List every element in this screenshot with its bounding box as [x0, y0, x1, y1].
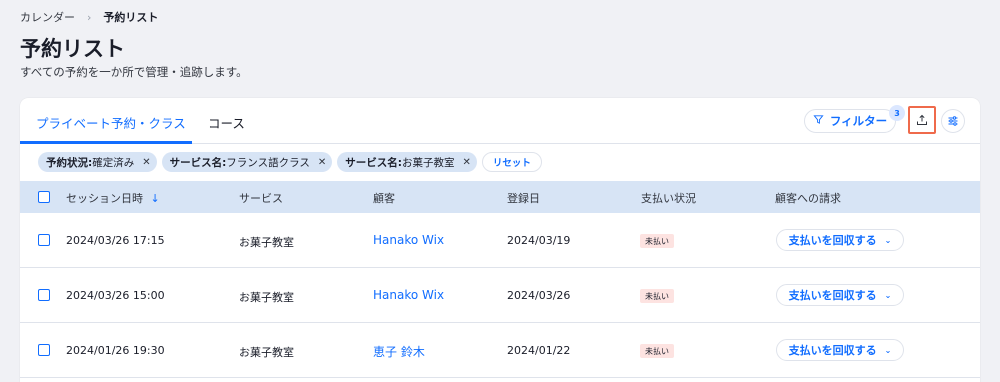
chevron-down-icon: ⌄ — [884, 235, 892, 245]
column-customer-charge: 顧客への請求 — [775, 192, 841, 205]
service-name: お菓子教室 — [239, 236, 294, 249]
close-icon[interactable]: ✕ — [142, 157, 150, 168]
filter-chip-value: フランス語クラス — [226, 156, 310, 169]
funnel-icon — [813, 114, 824, 128]
customer-link[interactable]: 恵子 鈴木 — [373, 343, 425, 360]
column-payment-status: 支払い状況 — [641, 192, 696, 205]
reset-filters-button[interactable]: リセット — [481, 152, 542, 172]
registered-date: 2024/01/22 — [507, 344, 571, 357]
column-registered: 登録日 — [507, 192, 540, 205]
collect-payment-label: 支払いを回収する — [788, 344, 877, 357]
page-subtitle: すべての予約を一か所で管理・追跡します。 — [20, 65, 248, 79]
status-badge: 未払い — [640, 234, 674, 248]
row-checkbox[interactable] — [38, 344, 50, 356]
breadcrumb-current: 予約リスト — [103, 11, 159, 24]
column-service: サービス — [239, 192, 283, 205]
table-header: セッション日時 ↓ サービス 顧客 登録日 支払い状況 顧客への請求 — [20, 181, 980, 213]
filter-button[interactable]: フィルター — [804, 109, 896, 133]
chevron-down-icon: ⌄ — [884, 290, 892, 300]
upload-icon — [916, 111, 928, 130]
active-tab-indicator — [20, 141, 192, 144]
breadcrumb: カレンダー › 予約リスト — [20, 9, 158, 25]
active-filters: 予約状況: 確定済み ✕ サービス名: フランス語クラス ✕ サービス名: お菓… — [38, 151, 542, 173]
service-name: お菓子教室 — [239, 346, 294, 359]
customer-link[interactable]: Hanako Wix — [373, 288, 444, 302]
row-checkbox[interactable] — [38, 234, 50, 246]
status-badge: 未払い — [640, 289, 674, 303]
registered-date: 2024/03/19 — [507, 234, 571, 247]
column-settings-button[interactable] — [941, 109, 965, 133]
sort-arrow-icon: ↓ — [150, 192, 160, 205]
table-row[interactable]: 2024/01/26 19:30 お菓子教室 恵子 鈴木 2024/01/22 … — [20, 323, 980, 378]
filter-button-label: フィルター — [829, 114, 888, 128]
close-icon[interactable]: ✕ — [462, 157, 470, 168]
filter-chip-key: サービス名: — [345, 156, 402, 169]
registered-date: 2024/03/26 — [507, 289, 571, 302]
collect-payment-button[interactable]: 支払いを回収する ⌄ — [776, 339, 904, 361]
table-row[interactable]: 2024/03/26 15:00 お菓子教室 Hanako Wix 2024/0… — [20, 268, 980, 323]
customer-link[interactable]: Hanako Wix — [373, 233, 444, 247]
service-name: お菓子教室 — [239, 291, 294, 304]
filter-chip-service-french[interactable]: サービス名: フランス語クラス ✕ — [161, 152, 333, 172]
page-title: 予約リスト — [20, 37, 125, 61]
breadcrumb-chevron-icon: › — [87, 10, 92, 24]
filter-chip-key: サービス名: — [169, 156, 227, 169]
breadcrumb-calendar[interactable]: カレンダー — [20, 9, 75, 25]
tab-bar: プライベート予約・クラス コース フィルター 3 — [20, 98, 980, 144]
session-date: 2024/03/26 15:00 — [66, 289, 165, 302]
status-badge: 未払い — [640, 344, 674, 358]
collect-payment-button[interactable]: 支払いを回収する ⌄ — [776, 229, 904, 251]
column-customer: 顧客 — [373, 192, 395, 205]
filter-count-badge: 3 — [889, 105, 905, 121]
column-session-date[interactable]: セッション日時 ↓ — [66, 190, 160, 206]
chevron-down-icon: ⌄ — [884, 345, 892, 355]
bookings-card: プライベート予約・クラス コース フィルター 3 予約状況: 確定済み ✕ サー… — [20, 98, 980, 382]
filter-chip-value: お菓子教室 — [401, 156, 455, 169]
tab-courses[interactable]: コース — [208, 113, 245, 132]
select-all-checkbox[interactable] — [38, 191, 50, 203]
table-row[interactable]: 2024/03/26 17:15 お菓子教室 Hanako Wix 2024/0… — [20, 213, 980, 268]
close-icon[interactable]: ✕ — [318, 157, 326, 168]
collect-payment-label: 支払いを回収する — [788, 234, 877, 247]
filter-chip-service-sweets[interactable]: サービス名: お菓子教室 ✕ — [337, 152, 477, 172]
tab-private-bookings[interactable]: プライベート予約・クラス — [36, 113, 186, 132]
filter-chip-status[interactable]: 予約状況: 確定済み ✕ — [38, 152, 157, 172]
session-date: 2024/01/26 19:30 — [66, 344, 165, 357]
collect-payment-label: 支払いを回収する — [788, 289, 877, 302]
filter-chip-key: 予約状況: — [46, 156, 93, 169]
export-button[interactable] — [908, 106, 936, 134]
collect-payment-button[interactable]: 支払いを回収する ⌄ — [776, 284, 904, 306]
filter-chip-value: 確定済み — [92, 156, 135, 169]
session-date: 2024/03/26 17:15 — [66, 234, 165, 247]
row-checkbox[interactable] — [38, 289, 50, 301]
sliders-icon — [947, 112, 959, 131]
column-session-label: セッション日時 — [66, 192, 143, 205]
